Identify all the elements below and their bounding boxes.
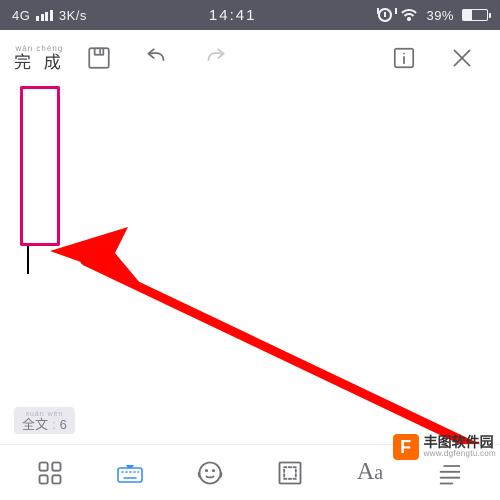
keyboard-icon bbox=[116, 459, 144, 487]
undo-arrow-icon bbox=[144, 45, 170, 71]
paragraph-lines-icon bbox=[436, 459, 464, 487]
editor-canvas[interactable] bbox=[0, 86, 500, 444]
watermark: F 丰图软件园 www.dgfengtu.com bbox=[393, 434, 496, 460]
redo-button[interactable] bbox=[191, 34, 239, 82]
signal-bars-icon bbox=[36, 10, 53, 21]
watermark-logo: F bbox=[393, 434, 419, 460]
net-speed: 3K/s bbox=[59, 8, 87, 23]
battery-pct: 39% bbox=[426, 8, 454, 23]
word-count-label: 全文 bbox=[22, 418, 48, 431]
save-button[interactable] bbox=[75, 34, 123, 82]
apps-grid-icon bbox=[36, 459, 64, 487]
alarm-icon bbox=[378, 8, 392, 22]
annotation-arrow bbox=[50, 201, 490, 461]
face-icon bbox=[196, 459, 224, 487]
done-label: 完 成 bbox=[14, 54, 65, 71]
frame-icon bbox=[276, 459, 304, 487]
watermark-title: 丰图软件园 bbox=[424, 435, 496, 450]
watermark-url: www.dgfengtu.com bbox=[424, 450, 496, 458]
keyboard-button[interactable] bbox=[90, 459, 170, 487]
battery-icon bbox=[462, 9, 488, 21]
redo-arrow-icon bbox=[202, 45, 228, 71]
info-button[interactable] bbox=[380, 34, 428, 82]
paragraph-button[interactable] bbox=[410, 459, 490, 487]
status-time: 14:41 bbox=[209, 7, 257, 24]
word-count-value: 6 bbox=[60, 418, 67, 431]
close-icon bbox=[449, 45, 475, 71]
word-count-sep: : bbox=[52, 418, 56, 431]
done-button[interactable]: wán chéng 完 成 bbox=[14, 45, 65, 71]
text-cursor bbox=[27, 246, 29, 274]
word-count-badge[interactable]: xuán wén 全文 : 6 bbox=[14, 407, 75, 434]
apps-button[interactable] bbox=[10, 459, 90, 487]
face-button[interactable] bbox=[170, 459, 250, 487]
info-square-icon bbox=[391, 45, 417, 71]
frame-button[interactable] bbox=[250, 459, 330, 487]
font-aa-icon: Aa bbox=[357, 459, 383, 486]
network-type: 4G bbox=[12, 8, 30, 23]
editor-toolbar: wán chéng 完 成 bbox=[0, 30, 500, 86]
wifi-icon bbox=[400, 9, 418, 22]
floppy-disk-icon bbox=[86, 45, 112, 71]
font-button[interactable]: Aa bbox=[330, 459, 410, 486]
done-pinyin: wán chéng bbox=[16, 45, 64, 53]
undo-button[interactable] bbox=[133, 34, 181, 82]
close-button[interactable] bbox=[438, 34, 486, 82]
status-bar: 4G 3K/s 14:41 39% bbox=[0, 0, 500, 30]
